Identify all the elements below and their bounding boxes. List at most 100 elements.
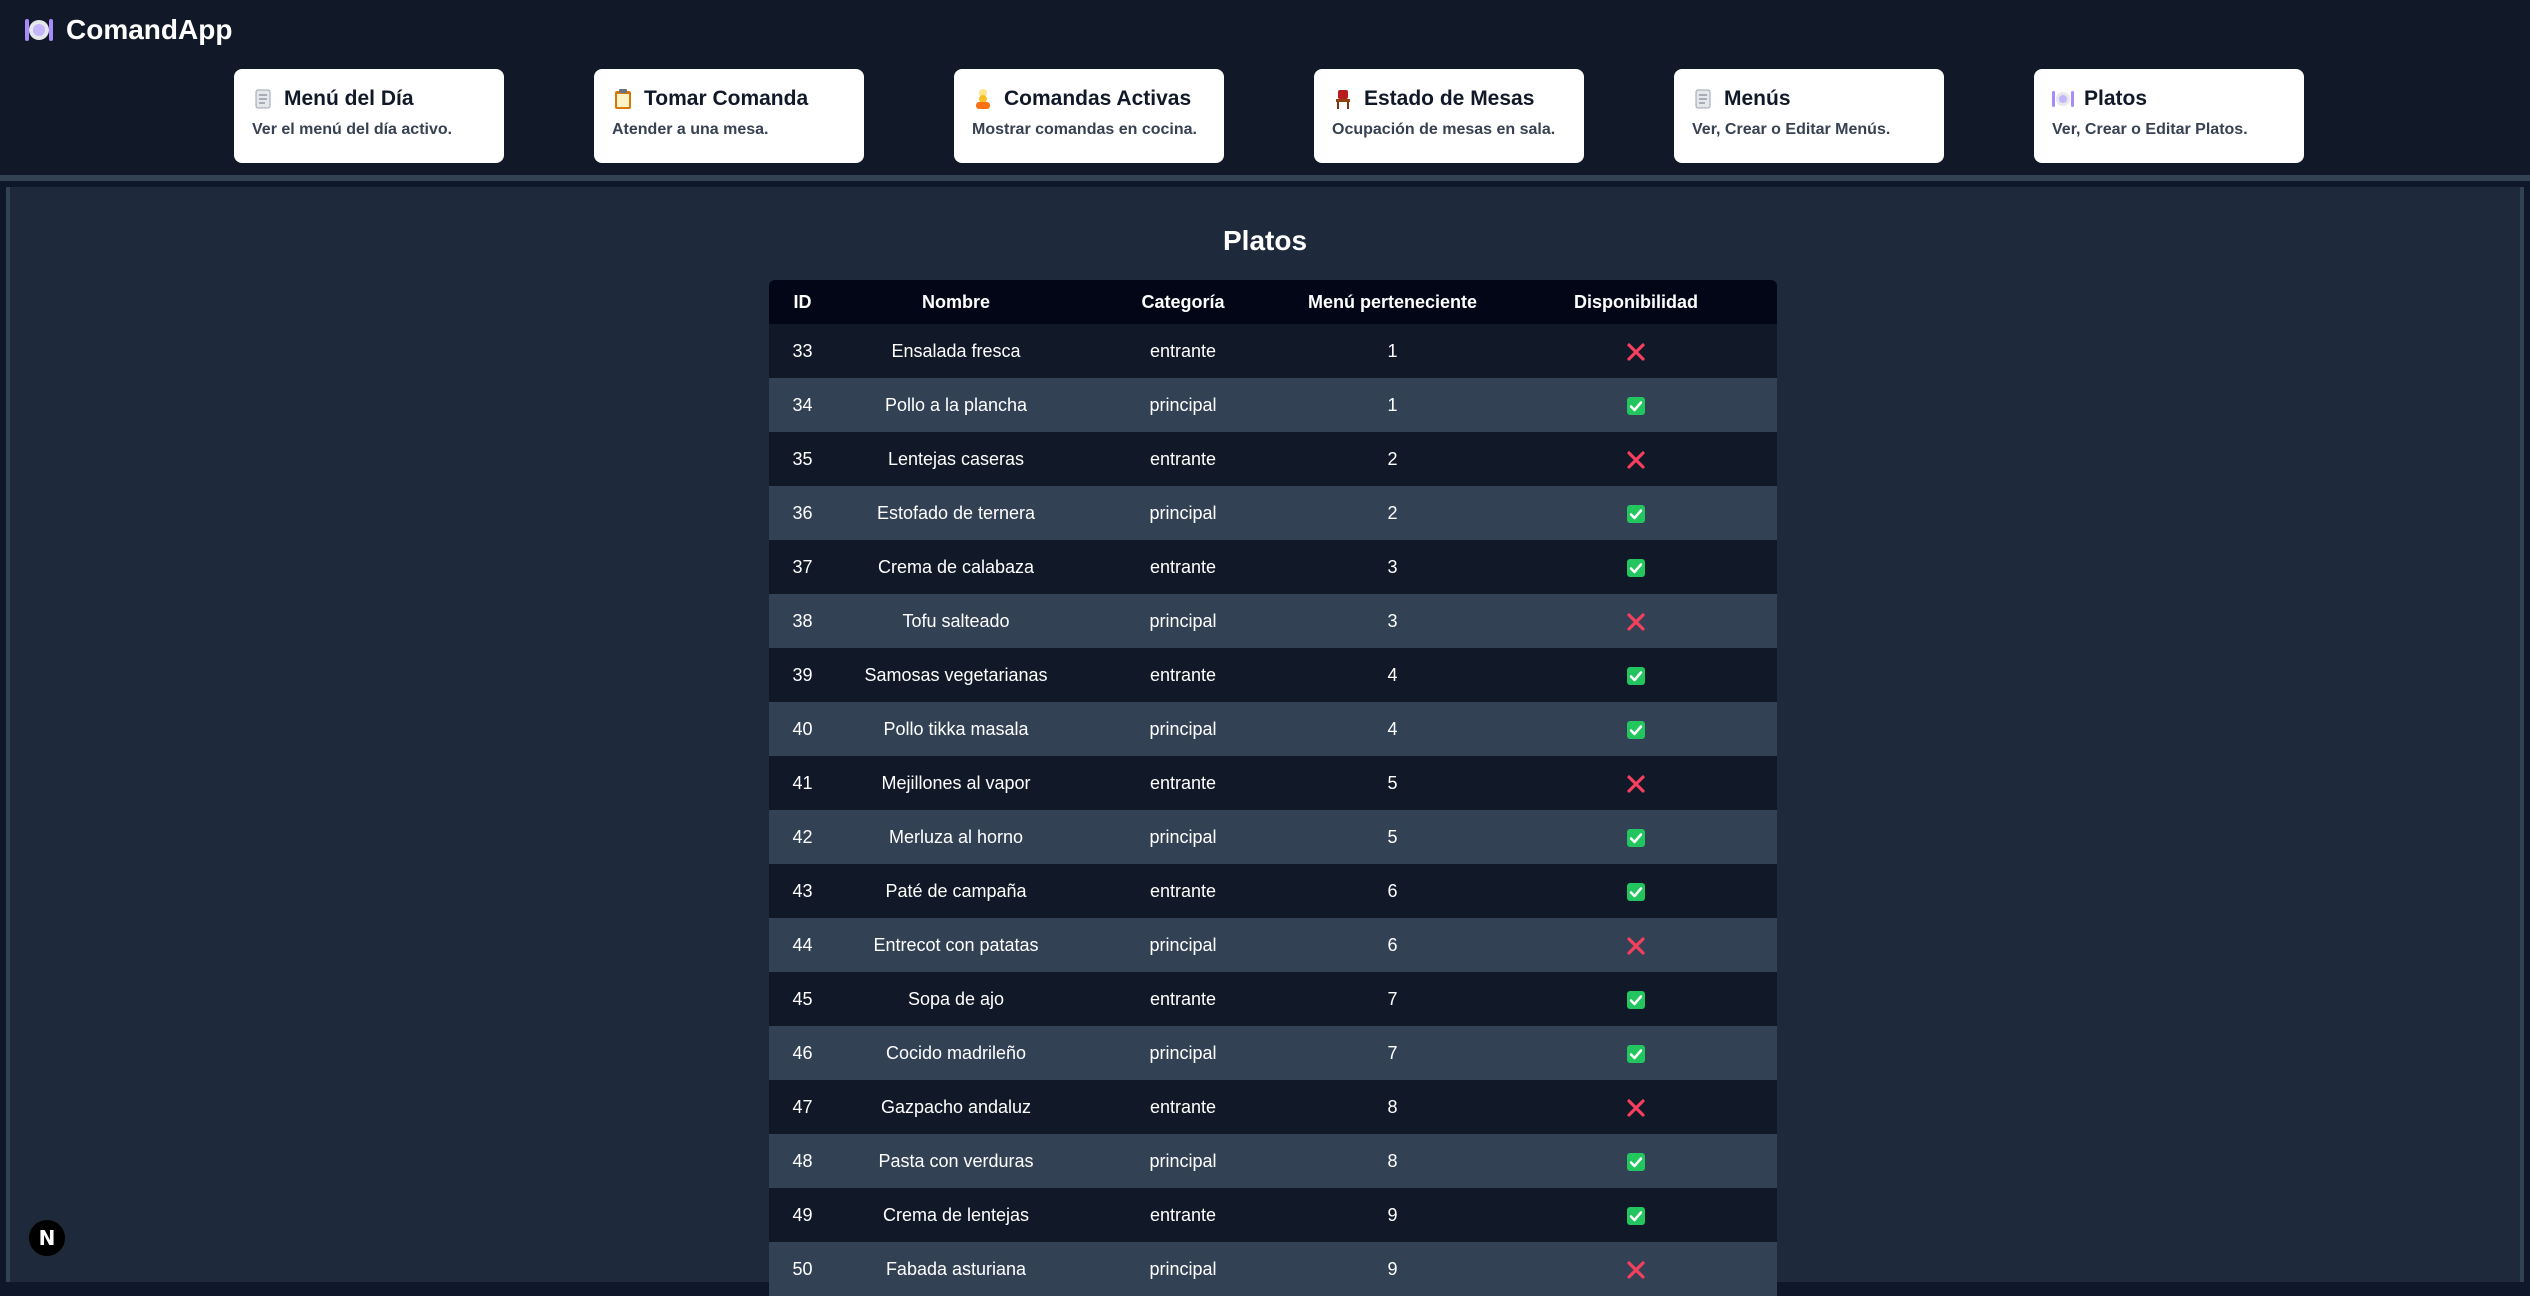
check-icon: [1627, 1152, 1645, 1171]
cell-categoria: principal: [1149, 934, 1217, 955]
cell-disponibilidad: [1495, 540, 1777, 594]
table-row: 48 Pasta con verduras principal 8: [769, 1134, 1777, 1188]
cell-disponibilidad: [1495, 486, 1777, 540]
cell-nombre: Estofado de ternera: [876, 502, 1036, 523]
cell-disponibilidad: [1495, 594, 1777, 648]
table-row: 34 Pollo a la plancha principal 1: [769, 378, 1777, 432]
cell-id: 49: [792, 1204, 813, 1225]
app-name: ComandApp: [66, 14, 233, 45]
cell-categoria: entrante: [1149, 556, 1217, 577]
nav-card-menus[interactable]: Menús Ver, Crear o Editar Menús.: [1674, 69, 1944, 163]
cell-categoria: principal: [1149, 718, 1217, 739]
cell-id: 37: [792, 556, 813, 577]
nav-card-tomar-comanda[interactable]: Tomar Comanda Atender a una mesa.: [594, 69, 864, 163]
check-icon: [1627, 396, 1645, 415]
nav-card-title: Tomar Comanda: [644, 87, 809, 110]
cell-menu: 3: [1387, 556, 1398, 577]
cell-menu: 5: [1387, 772, 1398, 793]
check-icon: [1627, 1206, 1645, 1225]
cell-nombre: Crema de lentejas: [882, 1204, 1030, 1225]
cell-nombre: Gazpacho andaluz: [880, 1096, 1032, 1117]
nextjs-dev-indicator-button[interactable]: N: [27, 1218, 67, 1258]
cell-nombre: Crema de calabaza: [877, 556, 1035, 577]
chair-icon: [1336, 90, 1350, 109]
cell-id: 43: [792, 880, 813, 901]
cell-categoria: entrante: [1149, 1096, 1217, 1117]
cell-nombre: Pollo a la plancha: [884, 394, 1028, 415]
cell-categoria: entrante: [1149, 448, 1217, 469]
cell-menu: 6: [1387, 880, 1398, 901]
check-icon: [1627, 504, 1645, 523]
cell-menu: 4: [1387, 664, 1398, 685]
cell-id: 47: [792, 1096, 813, 1117]
cell-nombre: Ensalada fresca: [891, 340, 1021, 361]
cell-disponibilidad: [1495, 756, 1777, 810]
plate-icon: [2052, 91, 2074, 107]
nav-card-title: Platos: [2084, 87, 2148, 110]
table-row: 43 Paté de campaña entrante 6: [769, 864, 1777, 918]
cell-menu: 5: [1387, 826, 1398, 847]
cell-categoria: principal: [1149, 1042, 1217, 1063]
cell-menu: 8: [1387, 1150, 1398, 1171]
cell-id: 35: [792, 448, 813, 469]
cross-icon: [1627, 343, 1645, 361]
cell-categoria: entrante: [1149, 880, 1217, 901]
nav-card-title: Estado de Mesas: [1364, 87, 1535, 110]
cell-disponibilidad: [1495, 972, 1777, 1026]
check-icon: [1627, 882, 1645, 901]
cell-menu: 6: [1387, 934, 1398, 955]
cell-categoria: entrante: [1149, 1204, 1217, 1225]
cell-disponibilidad: [1495, 324, 1777, 378]
nav-card-desc: Ver, Crear o Editar Menús.: [1692, 121, 1891, 138]
clipboard-icon: [615, 89, 631, 109]
check-icon: [1627, 720, 1645, 739]
table-row: 49 Crema de lentejas entrante 9: [769, 1188, 1777, 1242]
nav-card-desc: Ocupación de mesas en sala.: [1332, 121, 1556, 138]
nav-card-menu-del-dia[interactable]: Menú del Día Ver el menú del día activo.: [234, 69, 504, 163]
table-row: 41 Mejillones al vapor entrante 5: [769, 756, 1777, 810]
table-row: 37 Crema de calabaza entrante 3: [769, 540, 1777, 594]
column-header-disponibilidad: Disponibilidad: [1574, 291, 1698, 312]
cell-disponibilidad: [1495, 378, 1777, 432]
table-body: 33 Ensalada fresca entrante 1 34 Pollo a la p…: [769, 324, 1777, 1296]
nav-card-estado-de-mesas[interactable]: Estado de Mesas Ocupación de mesas en sa…: [1314, 69, 1584, 163]
cell-id: 42: [792, 826, 813, 847]
cross-icon: [1627, 1099, 1645, 1117]
cell-disponibilidad: [1495, 702, 1777, 756]
cell-menu: 7: [1387, 988, 1398, 1009]
table-header-row: ID Nombre Categoría Menú perteneciente D…: [769, 280, 1777, 324]
scroll-icon: [1695, 89, 1711, 109]
nav-card-comandas-activas[interactable]: Comandas Activas Mostrar comandas en coc…: [954, 69, 1224, 163]
cell-id: 36: [792, 502, 813, 523]
table-row: 35 Lentejas caseras entrante 2: [769, 432, 1777, 486]
table-row: 42 Merluza al horno principal 5: [769, 810, 1777, 864]
table-row: 33 Ensalada fresca entrante 1: [769, 324, 1777, 378]
cell-categoria: principal: [1149, 826, 1217, 847]
cook-icon: [976, 89, 990, 109]
cell-nombre: Merluza al horno: [888, 826, 1024, 847]
cell-id: 44: [792, 934, 813, 955]
column-header-nombre: Nombre: [921, 291, 990, 312]
check-icon: [1627, 990, 1645, 1009]
cell-nombre: Entrecot con patatas: [873, 934, 1039, 955]
cell-disponibilidad: [1495, 648, 1777, 702]
cell-id: 41: [792, 772, 813, 793]
cell-menu: 3: [1387, 610, 1398, 631]
cross-icon: [1627, 775, 1645, 793]
main-content: Platos ID Nombre Categoría Menú pertenec…: [6, 187, 2524, 1296]
cell-disponibilidad: [1495, 864, 1777, 918]
cell-menu: 1: [1387, 340, 1398, 361]
cell-id: 38: [792, 610, 813, 631]
cell-nombre: Samosas vegetarianas: [864, 664, 1048, 685]
table-row: 45 Sopa de ajo entrante 7: [769, 972, 1777, 1026]
cell-id: 40: [792, 718, 813, 739]
app-brand[interactable]: ComandApp: [24, 14, 232, 46]
cell-id: 48: [792, 1150, 813, 1171]
cell-disponibilidad: [1495, 918, 1777, 972]
cell-menu: 7: [1387, 1042, 1398, 1063]
table-row: 38 Tofu salteado principal 3: [769, 594, 1777, 648]
cell-menu: 9: [1387, 1258, 1398, 1279]
nav-card-platos[interactable]: Platos Ver, Crear o Editar Platos.: [2034, 69, 2304, 163]
cell-id: 33: [792, 340, 813, 361]
cell-menu: 9: [1387, 1204, 1398, 1225]
